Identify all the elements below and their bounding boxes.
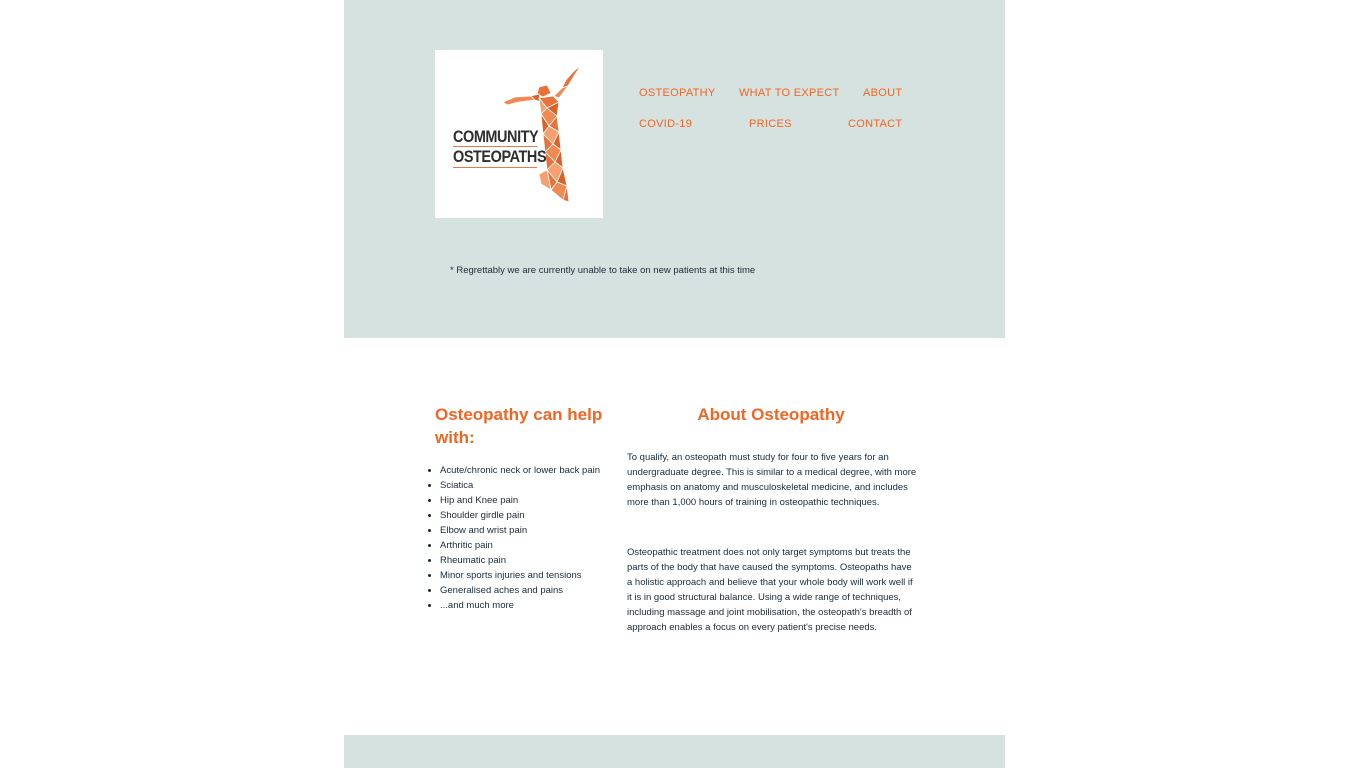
list-item: Sciatica (428, 478, 600, 493)
list-item: Hip and Knee pain (428, 493, 600, 508)
nav-link-osteopathy[interactable]: OSTEOPATHY (639, 87, 716, 100)
help-list: Acute/chronic neck or lower back pain Sc… (428, 463, 600, 613)
logo-text-line1: COMMUNITY (453, 127, 539, 146)
list-item: Rheumatic pain (428, 553, 600, 568)
nav-link-contact[interactable]: CONTACT (848, 118, 902, 131)
list-item: Acute/chronic neck or lower back pain (428, 465, 600, 476)
new-patients-notice: * Regrettably we are currently unable to… (450, 265, 756, 276)
nav-link-covid-19[interactable]: COVID-19 (639, 118, 692, 131)
list-item: Shoulder girdle pain (428, 508, 600, 523)
nav-link-what-to-expect[interactable]: WHAT TO EXPECT (739, 87, 840, 100)
logo[interactable]: COMMUNITY OSTEOPATHS (435, 50, 603, 218)
about-heading: About Osteopathy (697, 405, 845, 424)
list-item: Generalised aches and pains (428, 583, 600, 598)
page: COMMUNITY OSTEOPATHS OSTEOPATHY WHAT TO … (0, 0, 1345, 768)
logo-underline (453, 167, 537, 168)
about-paragraph-qualification: To qualify, an osteopath must study for … (627, 452, 917, 508)
nav-link-about[interactable]: ABOUT (863, 87, 902, 100)
about-paragraph-treatment: Osteopathic treatment does not only targ… (627, 547, 913, 633)
logo-text-line2: OSTEOPATHS (453, 147, 547, 166)
list-item: Arthritic pain (428, 538, 600, 553)
list-item: ...and much more (428, 598, 600, 613)
footer-band (344, 735, 1005, 768)
help-heading: Osteopathy can help with: (435, 405, 603, 447)
list-item: Elbow and wrist pain (428, 523, 600, 538)
nav-link-prices[interactable]: PRICES (749, 118, 792, 131)
list-item: Minor sports injuries and tensions (428, 568, 600, 583)
